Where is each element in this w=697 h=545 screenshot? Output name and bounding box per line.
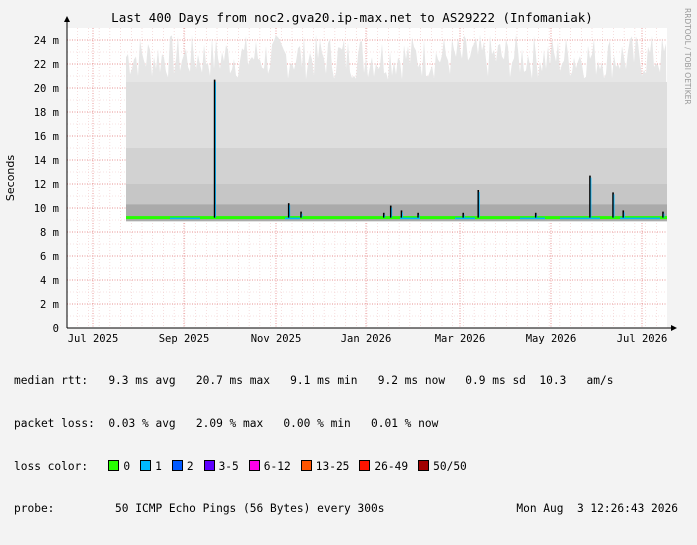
smokeping-graph: 0 2 m 4 m 6 m 8 m 10 m 12 m 14 m 16 m 18 m 20 m 22 …: [0, 0, 697, 515]
loss-color-label-text: 0: [123, 459, 131, 473]
timestamp: Mon Aug 3 12:26:43 2026: [516, 502, 678, 516]
x-tick-label: Jan 2026: [341, 333, 392, 345]
loss-color-item: 3-5: [203, 459, 239, 474]
loss-color-label-text: 2: [186, 459, 194, 473]
loss-color-item: 0: [108, 459, 131, 474]
loss-color-row: loss color: 0 1 2 3-5 6-12 13-25 26-49 50/50: [14, 459, 694, 474]
median-loss-segment: [520, 217, 545, 220]
y-tick-label: 8 m: [40, 227, 59, 239]
x-axis-ticks: Jul 2025 Sep 2025 Nov 2025 Jan 2026 Mar 2026…: [68, 333, 668, 345]
median-loss-segment: [620, 217, 660, 220]
packet-loss-row: packet loss: 0.03 % avg 2.09 % max 0.00 …: [14, 417, 694, 431]
loss-color-label-text: 13-25: [315, 459, 350, 473]
loss-color-swatch: [248, 459, 260, 471]
y-tick-label: 18 m: [34, 107, 59, 119]
y-tick-label: 16 m: [34, 131, 59, 143]
x-tick-label: Nov 2025: [251, 333, 302, 345]
y-tick-label: 10 m: [34, 203, 59, 215]
median-loss-segment: [170, 217, 200, 220]
packet-loss-label: packet loss:: [14, 417, 95, 430]
loss-color-label: loss color:: [14, 459, 89, 473]
x-tick-label: Mar 2026: [435, 333, 486, 345]
loss-color-swatch: [108, 459, 120, 471]
y-tick-label: 6 m: [40, 251, 59, 263]
loss-color-label-text: 6-12: [263, 459, 291, 473]
y-tick-label: 22 m: [34, 59, 59, 71]
loss-color-item: 26-49: [359, 459, 409, 474]
loss-color-item: 2: [171, 459, 194, 474]
y-tick-label: 2 m: [40, 299, 59, 311]
y-tick-label: 12 m: [34, 179, 59, 191]
y-tick-label: 4 m: [40, 275, 59, 287]
rrdtool-watermark: RRDTOOL / TOBI OETIKER: [683, 8, 692, 105]
loss-color-swatch: [418, 459, 430, 471]
x-tick-label: Jul 2025: [68, 333, 119, 345]
loss-color-swatch: [140, 459, 152, 471]
probe-row: probe: 50 ICMP Echo Pings (56 Bytes) eve…: [14, 502, 694, 516]
loss-color-swatch: [171, 459, 183, 471]
loss-color-item: 6-12: [248, 459, 291, 474]
loss-color-swatch: [359, 459, 371, 471]
x-tick-label: Jul 2026: [617, 333, 668, 345]
median-loss-segment: [455, 217, 475, 220]
loss-color-label-text: 50/50: [433, 459, 467, 473]
median-rtt-label: median rtt:: [14, 374, 89, 388]
legend-panel: median rtt: 9.3 ms avg 20.7 ms max 9.1 m…: [14, 346, 694, 545]
loss-color-label-text: 1: [155, 459, 162, 473]
loss-color-swatch: [203, 459, 215, 471]
y-tick-label: 20 m: [34, 83, 59, 95]
median-rtt-row: median rtt: 9.3 ms avg 20.7 ms max 9.1 m…: [14, 374, 694, 388]
median-loss-segment: [560, 217, 600, 220]
x-axis-arrow-icon: [671, 325, 677, 331]
packet-loss-values: 0.03 % avg 2.09 % max 0.00 % min 0.01 % …: [108, 417, 439, 430]
x-tick-label: Sep 2025: [159, 333, 210, 345]
x-tick-label: May 2026: [526, 333, 577, 345]
y-axis-arrow-icon: [64, 16, 70, 22]
loss-color-item: 13-25: [300, 459, 350, 474]
loss-color-label-text: 3-5: [218, 459, 239, 473]
y-tick-label: 14 m: [34, 155, 59, 167]
loss-color-item: 50/50: [418, 459, 467, 474]
median-loss-segment: [400, 217, 420, 220]
loss-color-swatches: 0 1 2 3-5 6-12 13-25 26-49 50/50: [108, 459, 476, 474]
loss-color-label-text: 26-49: [374, 459, 409, 473]
probe-label: probe:: [14, 502, 55, 516]
y-axis-label: Seconds: [4, 155, 17, 201]
latency-chart: 0 2 m 4 m 6 m 8 m 10 m 12 m 14 m 16 m 18 m 20 m 22 …: [4, 8, 692, 345]
probe-values: 50 ICMP Echo Pings (56 Bytes) every 300s: [115, 502, 385, 516]
median-loss-segment: [285, 217, 300, 220]
loss-color-item: 1: [140, 459, 162, 474]
median-rtt-values: 9.3 ms avg 20.7 ms max 9.1 ms min 9.2 ms…: [108, 374, 614, 388]
y-axis-ticks: 0 2 m 4 m 6 m 8 m 10 m 12 m 14 m 16 m 18 m 20 m 22 …: [34, 35, 59, 335]
y-tick-label: 24 m: [34, 35, 59, 47]
y-tick-label: 0: [53, 323, 59, 335]
loss-color-swatch: [300, 459, 312, 471]
chart-title: Last 400 Days from noc2.gva20.ip-max.net…: [111, 10, 593, 25]
